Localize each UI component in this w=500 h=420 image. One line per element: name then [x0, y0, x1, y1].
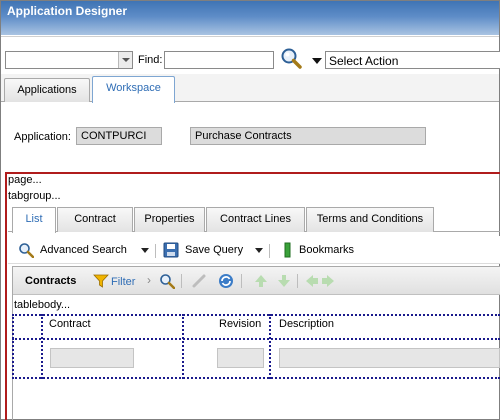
- separator: [269, 244, 270, 258]
- save-query-dropdown-icon[interactable]: [255, 248, 263, 253]
- table-grid-line: [12, 314, 14, 379]
- tab-contract-lines[interactable]: Contract Lines: [206, 207, 305, 232]
- title-bar: Application Designer: [1, 1, 499, 35]
- tabgroup-marker: tabgroup...: [8, 190, 61, 202]
- separator: [297, 274, 298, 288]
- tab-list[interactable]: List: [12, 207, 56, 233]
- description-cell-field[interactable]: [279, 348, 500, 368]
- bookmarks-button[interactable]: Bookmarks: [299, 244, 354, 256]
- table-grid-line: [12, 377, 500, 379]
- table-toolbar: Contracts Filter ›: [13, 267, 500, 295]
- select-action-field[interactable]: Select Action: [325, 51, 500, 69]
- save-query-button[interactable]: Save Query: [185, 244, 243, 256]
- app-selector-combo[interactable]: [5, 51, 133, 69]
- filter-icon[interactable]: [93, 274, 109, 288]
- table-grid-line: [12, 314, 500, 316]
- refresh-icon[interactable]: [218, 273, 234, 289]
- table-grid-line: [269, 314, 271, 379]
- window-title: Application Designer: [7, 4, 128, 18]
- application-label: Application:: [14, 131, 71, 143]
- advanced-search-dropdown-icon[interactable]: [141, 248, 149, 253]
- tab-contract[interactable]: Contract: [57, 207, 133, 232]
- tab-terms-and-conditions[interactable]: Terms and Conditions: [306, 207, 434, 232]
- main-toolbar: Find: Select Action: [1, 36, 500, 74]
- table-grid-line: [41, 314, 43, 379]
- separator: [155, 244, 156, 258]
- next-page-icon[interactable]: [320, 273, 336, 289]
- table-grid-line: [12, 338, 500, 340]
- previous-page-icon[interactable]: [304, 273, 320, 289]
- tab-applications[interactable]: Applications: [4, 78, 90, 102]
- column-header-description[interactable]: Description: [279, 318, 334, 330]
- page-marker: page...: [8, 174, 42, 186]
- previous-row-icon[interactable]: [253, 273, 269, 289]
- separator: [181, 274, 182, 288]
- table-title: Contracts: [25, 275, 77, 287]
- tab-properties[interactable]: Properties: [134, 207, 205, 232]
- select-action-dropdown-icon[interactable]: [312, 58, 322, 64]
- clear-filter-icon[interactable]: [191, 273, 207, 289]
- inner-tab-bar: List Contract Properties Contract Lines …: [8, 206, 500, 233]
- separator: [241, 274, 242, 288]
- chevron-right-icon: ›: [147, 273, 151, 287]
- application-description-field[interactable]: Purchase Contracts: [190, 127, 426, 145]
- contract-cell-field[interactable]: [50, 348, 134, 368]
- find-label: Find:: [138, 54, 163, 66]
- tab-workspace[interactable]: Workspace: [92, 76, 175, 103]
- tablebody-marker: tablebody...: [14, 299, 71, 311]
- find-input[interactable]: [164, 51, 274, 69]
- top-tab-bar: Applications Workspace: [1, 74, 499, 103]
- bookmark-icon[interactable]: [280, 242, 296, 258]
- chevron-down-icon[interactable]: [118, 52, 132, 68]
- column-header-revision[interactable]: Revision: [219, 318, 261, 330]
- revision-cell-field[interactable]: [217, 348, 264, 368]
- table-search-icon[interactable]: [159, 273, 175, 289]
- search-icon[interactable]: [280, 47, 302, 69]
- save-query-icon[interactable]: [163, 242, 179, 258]
- next-row-icon[interactable]: [276, 273, 292, 289]
- advanced-search-icon[interactable]: [18, 242, 34, 258]
- table-grid-line: [182, 314, 184, 379]
- filter-button[interactable]: Filter: [111, 276, 135, 288]
- column-header-contract[interactable]: Contract: [49, 318, 91, 330]
- advanced-search-button[interactable]: Advanced Search: [40, 244, 127, 256]
- application-name-field[interactable]: CONTPURCI: [76, 127, 162, 145]
- list-action-bar: Advanced Search Save Query Bookmarks: [8, 236, 500, 264]
